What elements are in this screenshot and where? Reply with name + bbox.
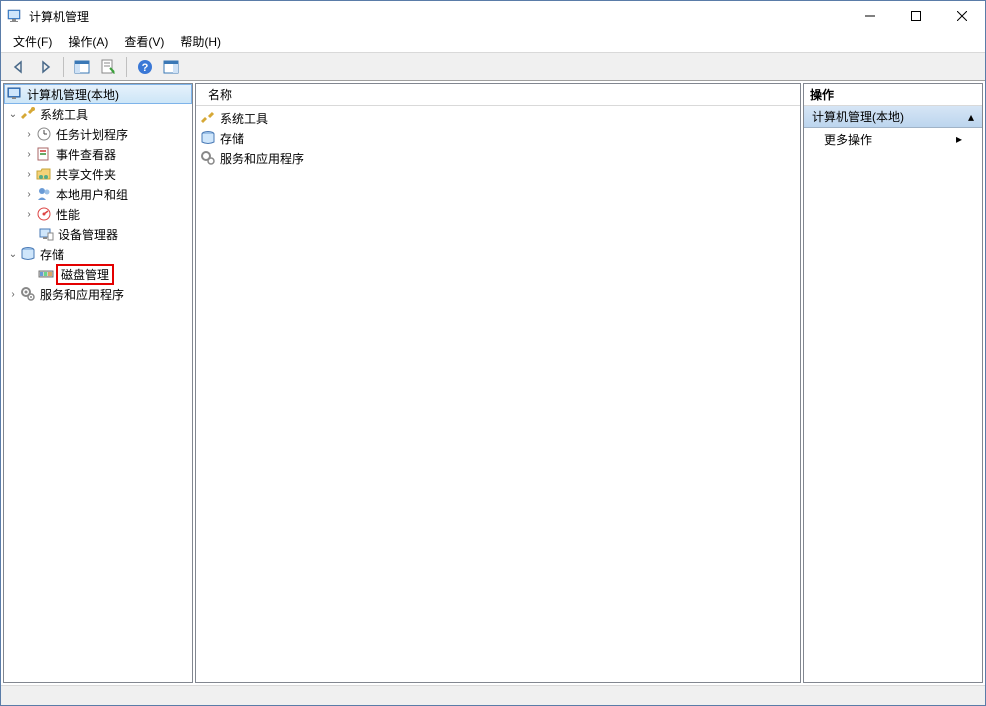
tree-root[interactable]: 计算机管理(本地) [4,84,192,104]
menu-view[interactable]: 查看(V) [118,31,170,52]
list-item-label: 系统工具 [220,110,268,127]
window-title: 计算机管理 [29,8,847,25]
tree-storage[interactable]: ⌄ 存储 [4,244,192,264]
tree-services-apps[interactable]: › 服务和应用程序 [4,284,192,304]
expand-icon[interactable]: › [22,147,36,161]
tools-icon [20,106,36,122]
tree-label: 系统工具 [38,106,90,123]
status-bar [1,685,985,705]
tree-device-manager[interactable]: 设备管理器 [4,224,192,244]
services-icon [20,286,36,302]
tree-label: 本地用户和组 [54,186,130,203]
maximize-button[interactable] [893,1,939,31]
device-manager-icon [38,226,54,242]
storage-icon [20,246,36,262]
tree-label: 共享文件夹 [54,166,118,183]
expand-icon[interactable]: › [22,127,36,141]
window-controls [847,1,985,31]
list-item[interactable]: 存储 [200,128,796,148]
actions-panel: 操作 计算机管理(本地) ▴ 更多操作 ▸ [803,83,983,683]
tree-performance[interactable]: › 性能 [4,204,192,224]
menu-file[interactable]: 文件(F) [7,31,58,52]
show-hide-tree-button[interactable] [70,56,94,78]
chevron-right-icon: ▸ [956,132,962,146]
services-icon [200,150,216,166]
actions-header: 操作 [804,84,982,106]
properties-button[interactable] [96,56,120,78]
title-bar: 计算机管理 [1,1,985,31]
collapse-icon[interactable]: ⌄ [6,247,20,261]
tree-local-users[interactable]: › 本地用户和组 [4,184,192,204]
close-button[interactable] [939,1,985,31]
tools-icon [200,110,216,126]
storage-icon [200,130,216,146]
menu-action[interactable]: 操作(A) [62,31,114,52]
actions-more[interactable]: 更多操作 ▸ [804,128,982,150]
svg-text:?: ? [142,62,149,74]
tree-task-scheduler[interactable]: › 任务计划程序 [4,124,192,144]
tree-label: 存储 [38,246,66,263]
tree-label: 服务和应用程序 [38,286,126,303]
content-area: 计算机管理(本地) ⌄ 系统工具 › 任务计划程序 › 事件查看器 › 共享文件… [1,81,985,685]
list-item-label: 存储 [220,130,244,147]
tree-shared-folders[interactable]: › 共享文件夹 [4,164,192,184]
tree-label: 事件查看器 [54,146,118,163]
actions-section[interactable]: 计算机管理(本地) ▴ [804,106,982,128]
tree-panel: 计算机管理(本地) ⌄ 系统工具 › 任务计划程序 › 事件查看器 › 共享文件… [3,83,193,683]
list-item-label: 服务和应用程序 [220,150,304,167]
app-icon [7,8,23,24]
list-item[interactable]: 服务和应用程序 [200,148,796,168]
actions-section-label: 计算机管理(本地) [812,108,904,125]
tree-label: 任务计划程序 [54,126,130,143]
tree-label: 设备管理器 [56,226,120,243]
list-item[interactable]: 系统工具 [200,108,796,128]
minimize-button[interactable] [847,1,893,31]
back-button[interactable] [7,56,31,78]
menu-bar: 文件(F) 操作(A) 查看(V) 帮助(H) [1,31,985,53]
tree-disk-management[interactable]: 磁盘管理 [4,264,192,284]
expand-icon[interactable]: › [6,287,20,301]
tree-root-label: 计算机管理(本地) [25,86,121,103]
expand-icon[interactable]: › [22,167,36,181]
list-header: 名称 [196,84,800,106]
users-icon [36,186,52,202]
list-body: 系统工具 存储 服务和应用程序 [196,106,800,682]
help-button[interactable]: ? [133,56,157,78]
collapse-icon[interactable]: ⌄ [6,107,20,121]
tree-system-tools[interactable]: ⌄ 系统工具 [4,104,192,124]
toolbar-separator [63,57,64,77]
performance-icon [36,206,52,222]
shared-folder-icon [36,166,52,182]
forward-button[interactable] [33,56,57,78]
toolbar-separator [126,57,127,77]
actions-more-label: 更多操作 [824,131,872,148]
collapse-icon: ▴ [968,110,974,124]
disk-management-icon [38,266,54,282]
menu-help[interactable]: 帮助(H) [174,31,227,52]
list-panel: 名称 系统工具 存储 服务和应用程序 [195,83,801,683]
tree-label: 磁盘管理 [59,268,111,282]
column-name[interactable]: 名称 [202,83,238,106]
clock-icon [36,126,52,142]
expand-icon[interactable]: › [22,207,36,221]
tree-event-viewer[interactable]: › 事件查看器 [4,144,192,164]
toolbar: ? [1,53,985,81]
computer-management-icon [7,86,23,102]
expand-icon[interactable]: › [22,187,36,201]
highlight-box: 磁盘管理 [56,264,114,285]
tree-label: 性能 [54,206,82,223]
show-hide-action-pane-button[interactable] [159,56,183,78]
event-viewer-icon [36,146,52,162]
